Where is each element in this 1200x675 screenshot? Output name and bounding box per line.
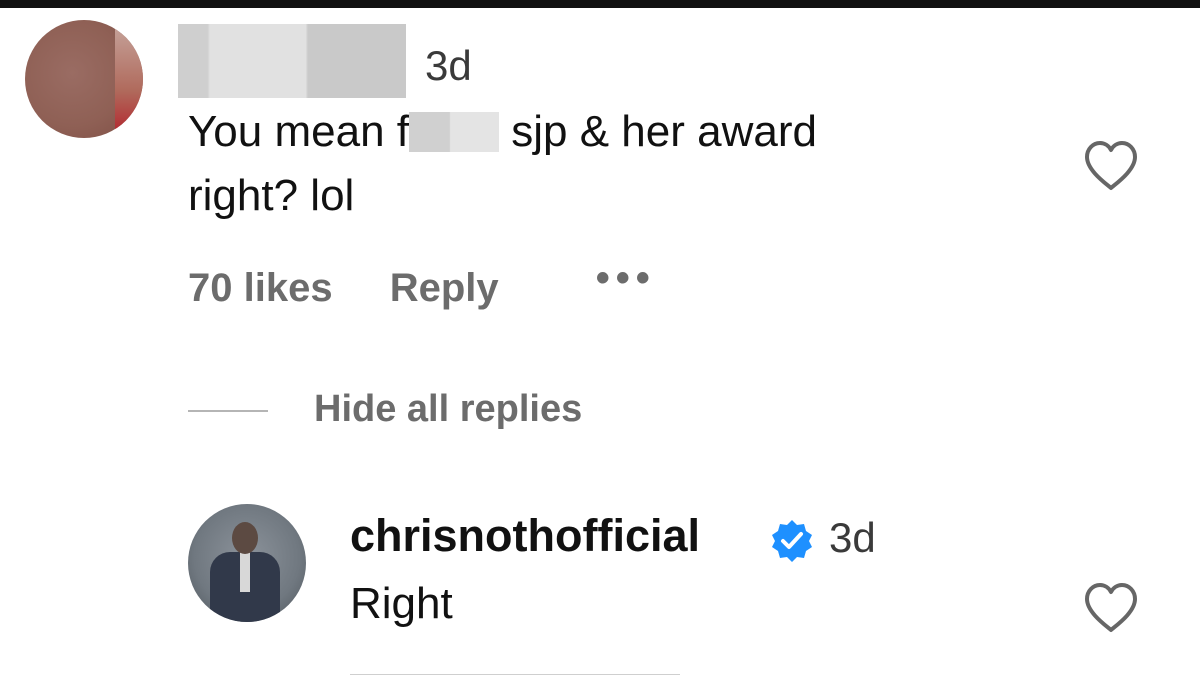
replies-divider: [188, 410, 268, 412]
censor-block: [409, 112, 499, 152]
comment-text-after-censor: sjp & her award: [511, 107, 817, 156]
reply-button[interactable]: Reply: [390, 266, 499, 311]
comments-panel: 3d You mean f sjp & her award right? lol…: [0, 8, 1200, 675]
reply-text: Right: [350, 579, 453, 628]
avatar-figure-head: [232, 522, 258, 554]
reply-timestamp: 3d: [829, 514, 876, 561]
avatar-image-detail: [115, 20, 143, 138]
blurred-username[interactable]: [178, 24, 406, 98]
comment-text-before-censor: You mean f: [188, 107, 409, 156]
likes-count[interactable]: 70 likes: [188, 266, 333, 311]
heart-outline-icon[interactable]: [1083, 140, 1139, 192]
comment-meta: 70 likes Reply •••: [188, 256, 656, 311]
reply-username[interactable]: chrisnothofficial: [350, 510, 700, 562]
comment-text-line-1: You mean f sjp & her award: [188, 104, 817, 160]
verified-badge-icon: [772, 520, 812, 562]
reply-avatar[interactable]: [188, 504, 306, 622]
avatar-figure-shirt: [240, 552, 250, 592]
comment-text-line-2: right? lol: [188, 171, 355, 220]
reply-meta-cutoff: [350, 668, 680, 675]
ellipsis-icon[interactable]: •••: [596, 256, 656, 301]
hide-replies-button[interactable]: Hide all replies: [314, 388, 582, 431]
heart-outline-icon[interactable]: [1083, 582, 1139, 634]
comment-timestamp: 3d: [425, 42, 472, 89]
commenter-avatar[interactable]: [25, 20, 143, 138]
